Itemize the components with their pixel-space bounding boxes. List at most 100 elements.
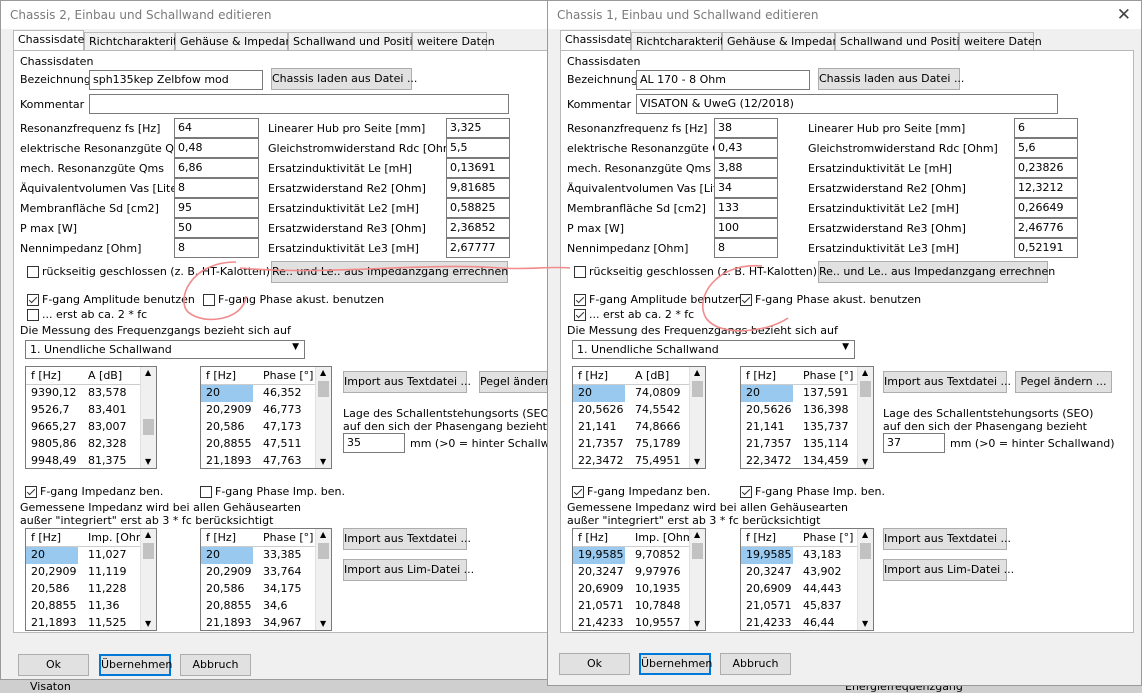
param-input-right[interactable]: 9,81685 xyxy=(446,178,510,198)
param-input-left[interactable]: 0,43 xyxy=(714,138,778,158)
scroll-up-icon[interactable]: ▲ xyxy=(694,530,700,539)
param-input-right[interactable]: 2,67777 xyxy=(446,238,510,258)
scroll-up-icon[interactable]: ▲ xyxy=(320,530,326,539)
param-input-left[interactable]: 0,48 xyxy=(174,138,259,158)
impedance-table-scrollbar[interactable]: ▲ ▼ xyxy=(140,529,156,630)
table-row[interactable]: 20 46,352 xyxy=(201,385,331,402)
fgang-amplitude-checkbox[interactable] xyxy=(27,294,39,306)
scroll-down-icon[interactable]: ▼ xyxy=(862,619,868,628)
table-row[interactable]: 21,1893 11,525 xyxy=(26,615,156,630)
scroll-down-icon[interactable]: ▼ xyxy=(320,619,326,628)
table-row[interactable]: 9805,86 82,328 xyxy=(26,436,156,453)
param-input-right[interactable]: 0,13691 xyxy=(446,158,510,178)
phase-table[interactable]: f [Hz] Phase [°] 20 46,352 20,2909 46,773 20,5… xyxy=(200,366,332,469)
table-row[interactable]: 22,3472 134,459 xyxy=(741,453,873,468)
param-input-right[interactable]: 2,46776 xyxy=(1014,218,1078,238)
apply-button[interactable]: Übernehmen xyxy=(99,654,172,676)
table-row[interactable]: 21,4233 46,44 xyxy=(741,615,873,630)
table-row[interactable]: 20,8855 47,511 xyxy=(201,436,331,453)
scroll-up-icon[interactable]: ▲ xyxy=(145,530,151,539)
fgang-amplitude-checkbox[interactable] xyxy=(574,294,586,306)
scrollbar-thumb[interactable] xyxy=(318,543,329,559)
re-le-calc-button[interactable]: Re.. und Le.. aus Impedanzgang errechnen xyxy=(818,261,1055,283)
table-row[interactable]: 20,2909 33,764 xyxy=(201,564,331,581)
scrollbar-thumb[interactable] xyxy=(692,543,703,559)
ok-button[interactable]: Ok xyxy=(559,653,630,675)
table-row[interactable]: 21,4233 10,9557 xyxy=(573,615,705,630)
closed-back-checkbox[interactable] xyxy=(27,266,39,278)
fgang-impedance-checkbox[interactable] xyxy=(572,486,584,498)
param-input-left[interactable]: 6,86 xyxy=(174,158,259,178)
impedance-table[interactable]: f [Hz] Imp. [Ohm 20 11,027 20,2909 11,119 20,5… xyxy=(25,528,157,631)
table-row[interactable]: 21,7357 75,1789 xyxy=(573,436,705,453)
param-input-right[interactable]: 12,3212 xyxy=(1014,178,1078,198)
param-input-right[interactable]: 6 xyxy=(1014,118,1078,138)
re-le-calc-button[interactable]: Re.. und Le.. aus Impedanzgang errechnen xyxy=(271,261,508,283)
param-input-left[interactable]: 8 xyxy=(714,238,778,258)
cancel-button[interactable]: Abbruch xyxy=(720,653,791,675)
bezeichnung-input[interactable]: sph135kep Zelbfow mod xyxy=(89,70,263,90)
param-input-left[interactable]: 8 xyxy=(174,178,259,198)
param-input-right[interactable]: 0,52191 xyxy=(1014,238,1078,258)
import-text-impedance-button[interactable]: Import aus Textdatei ... xyxy=(883,528,1011,550)
param-input-right[interactable]: 0,26649 xyxy=(1014,198,1078,218)
import-text-button[interactable]: Import aus Textdatei ... xyxy=(883,371,1011,393)
table-row[interactable]: 20,6909 44,443 xyxy=(741,581,873,598)
param-input-right[interactable]: 3,325 xyxy=(446,118,510,138)
table-row[interactable]: 20,586 11,228 xyxy=(26,581,156,598)
import-lim-button[interactable]: Import aus Lim-Datei ... xyxy=(883,559,1014,581)
table-row[interactable]: 21,1893 47,763 xyxy=(201,453,331,468)
table-row[interactable]: 20,2909 11,119 xyxy=(26,564,156,581)
scroll-down-icon[interactable]: ▼ xyxy=(145,457,151,466)
scroll-down-icon[interactable]: ▼ xyxy=(145,619,151,628)
param-input-left[interactable]: 100 xyxy=(714,218,778,238)
table-row[interactable]: 21,0571 45,837 xyxy=(741,598,873,615)
tab-schallwand-und-position[interactable]: Schallwand und Position xyxy=(835,32,973,51)
table-row[interactable]: 20,6909 10,1935 xyxy=(573,581,705,598)
import-text-button[interactable]: Import aus Textdatei ... xyxy=(343,371,471,393)
table-row[interactable]: 19,9585 43,183 xyxy=(741,547,873,564)
erst-ab-checkbox[interactable] xyxy=(27,309,39,321)
fgang-impedance-checkbox[interactable] xyxy=(25,486,37,498)
param-input-left[interactable]: 50 xyxy=(174,218,259,238)
scroll-down-icon[interactable]: ▼ xyxy=(694,457,700,466)
table-row[interactable]: 9665,27 83,007 xyxy=(26,419,156,436)
apply-button[interactable]: Übernehmen xyxy=(639,653,712,675)
kommentar-input[interactable]: VISATON & UweG (12/2018) xyxy=(636,94,1058,114)
amplitude-table-scrollbar[interactable]: ▲ ▼ xyxy=(140,367,156,468)
impedance-phase-table-scrollbar[interactable]: ▲ ▼ xyxy=(315,529,331,630)
table-row[interactable]: 21,141 74,8666 xyxy=(573,419,705,436)
impedance-phase-table-scrollbar[interactable]: ▲ ▼ xyxy=(857,529,873,630)
table-row[interactable]: 21,141 135,737 xyxy=(741,419,873,436)
closed-back-checkbox[interactable] xyxy=(574,266,586,278)
tab-geh-use-impedanz[interactable]: Gehäuse & Impedanz xyxy=(175,32,298,51)
tab-chassisdaten[interactable]: Chassisdaten xyxy=(560,30,638,51)
param-input-right[interactable]: 5,6 xyxy=(1014,138,1078,158)
scroll-down-icon[interactable]: ▼ xyxy=(320,457,326,466)
tab-richtcharakteritik[interactable]: Richtcharakteritik xyxy=(84,32,187,51)
scrollbar-thumb[interactable] xyxy=(860,381,871,397)
schallwand-select[interactable]: 1. Unendliche Schallwand ▼ xyxy=(25,340,305,359)
fgang-phase-imp-checkbox[interactable] xyxy=(200,486,212,498)
tab-schallwand-und-position[interactable]: Schallwand und Position xyxy=(288,32,426,51)
fgang-phase-imp-checkbox[interactable] xyxy=(740,486,752,498)
tab-richtcharakteritik[interactable]: Richtcharakteritik xyxy=(631,32,734,51)
table-row[interactable]: 19,9585 9,70852 xyxy=(573,547,705,564)
phase-table-scrollbar[interactable]: ▲ ▼ xyxy=(857,367,873,468)
table-row[interactable]: 20,3247 43,902 xyxy=(741,564,873,581)
close-icon[interactable]: ✕ xyxy=(1117,5,1131,25)
impedance-table-scrollbar[interactable]: ▲ ▼ xyxy=(689,529,705,630)
cancel-button[interactable]: Abbruch xyxy=(180,654,251,676)
erst-ab-checkbox[interactable] xyxy=(574,309,586,321)
param-input-left[interactable]: 3,88 xyxy=(714,158,778,178)
param-input-right[interactable]: 2,36852 xyxy=(446,218,510,238)
pegel-button[interactable]: Pegel ändern ... xyxy=(1015,371,1112,393)
table-row[interactable]: 21,0571 10,7848 xyxy=(573,598,705,615)
table-row[interactable]: 9390,12 83,578 xyxy=(26,385,156,402)
table-row[interactable]: 20,586 34,175 xyxy=(201,581,331,598)
table-row[interactable]: 20 33,385 xyxy=(201,547,331,564)
table-row[interactable]: 20,3247 9,97976 xyxy=(573,564,705,581)
scrollbar-thumb[interactable] xyxy=(143,543,154,559)
table-row[interactable]: 20,5626 136,398 xyxy=(741,402,873,419)
phase-table-scrollbar[interactable]: ▲ ▼ xyxy=(315,367,331,468)
